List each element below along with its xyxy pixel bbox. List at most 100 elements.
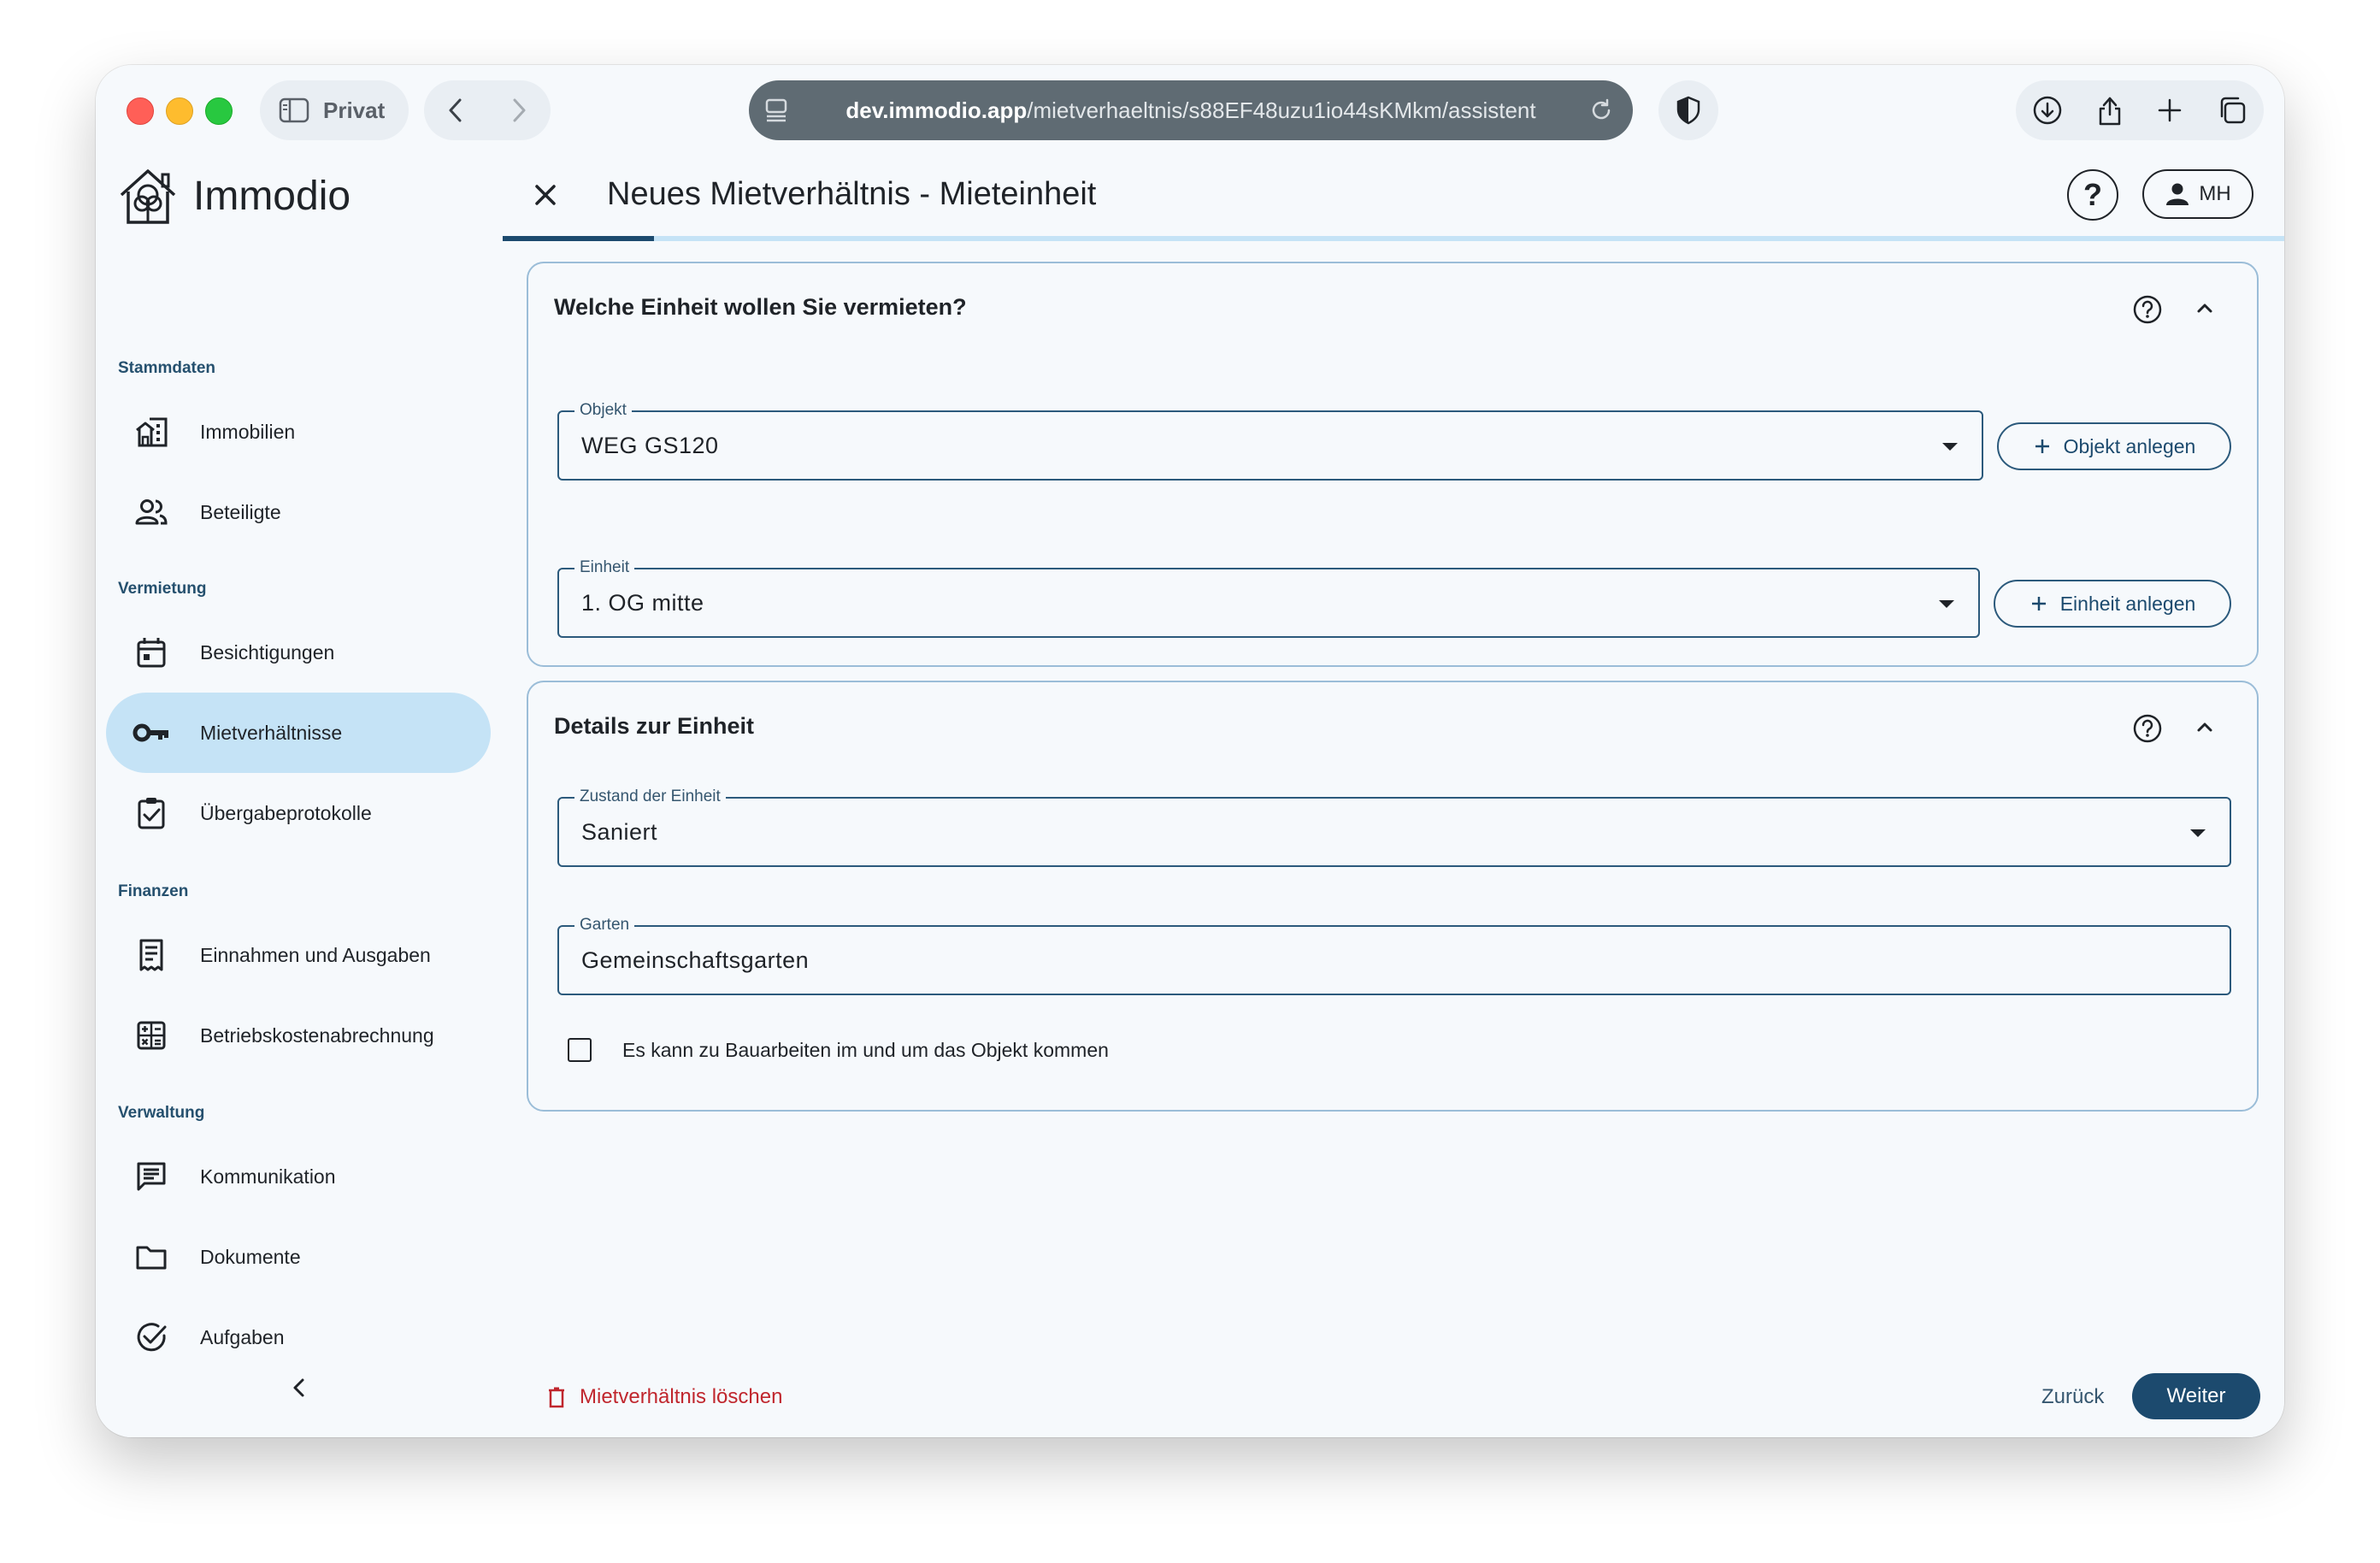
card-title: Welche Einheit wollen Sie vermieten? <box>554 294 967 320</box>
calendar-icon <box>132 633 171 672</box>
einheit-value: 1. OG mitte <box>581 590 704 616</box>
help-question-icon: ? <box>2083 177 2102 212</box>
section-title-stammdaten: Stammdaten <box>118 359 216 377</box>
section-title-vermietung: Vermietung <box>118 580 207 598</box>
sidebar-item-label: Betriebskostenabrechnung <box>200 1023 434 1047</box>
objekt-label: Objekt <box>574 400 632 421</box>
brand-logo[interactable]: Immodio <box>118 166 351 226</box>
browser-toolbar: Privat dev.immodio.app/mietverhaeltnis/s… <box>96 65 2284 154</box>
sidebar-item-betriebskosten[interactable]: Betriebskostenabrechnung <box>106 995 491 1076</box>
page-header: Neues Mietverhältnis - Mieteinheit ? MH <box>503 154 2284 241</box>
zustand-select[interactable]: Zustand der Einheit Saniert <box>557 787 2231 867</box>
sidebar-item-label: Übergabeprotokolle <box>200 801 372 824</box>
close-window-button[interactable] <box>127 97 154 125</box>
garten-label: Garten <box>574 915 635 935</box>
sidebar-item-dokumente[interactable]: Dokumente <box>106 1217 491 1297</box>
folder-icon <box>132 1237 171 1277</box>
dropdown-arrow-icon <box>1942 443 1958 451</box>
building-icon <box>132 412 171 451</box>
user-menu-button[interactable]: MH <box>2142 169 2253 219</box>
bauarbeiten-checkbox-row: Es kann zu Bauarbeiten im und um das Obj… <box>568 1038 1109 1062</box>
sidebar-item-uebergabeprotokolle[interactable]: Übergabeprotokolle <box>106 773 491 853</box>
profile-label: Privat <box>323 97 386 123</box>
new-tab-icon[interactable] <box>2156 97 2183 124</box>
unit-details-card: Details zur Einheit Zustand der Einheit … <box>527 681 2259 1112</box>
objekt-value: WEG GS120 <box>581 433 719 458</box>
url-host: dev.immodio.app <box>845 97 1028 123</box>
download-icon[interactable] <box>2032 95 2063 126</box>
help-button[interactable]: ? <box>2067 169 2118 221</box>
section-title-finanzen: Finanzen <box>118 882 189 900</box>
key-icon <box>132 713 171 752</box>
wizard-progress-bar <box>503 236 2284 241</box>
url-path: /mietverhaeltnis/s88EF48uzu1io44sKMkm/as… <box>1027 97 1536 123</box>
plus-icon <box>2033 437 2052 456</box>
tab-overview-icon[interactable] <box>2217 95 2247 126</box>
history-nav <box>424 80 551 140</box>
address-bar[interactable]: dev.immodio.app/mietverhaeltnis/s88EF48u… <box>749 80 1633 140</box>
main-content: Neues Mietverhältnis - Mieteinheit ? MH … <box>503 154 2284 1437</box>
objekt-select[interactable]: Objekt WEG GS120 <box>557 400 1983 481</box>
clipboard-check-icon <box>132 793 171 833</box>
einheit-anlegen-button[interactable]: Einheit anlegen <box>1994 580 2231 628</box>
sidebar-item-label: Einnahmen und Ausgaben <box>200 943 431 966</box>
section-title-verwaltung: Verwaltung <box>118 1104 205 1122</box>
app-name: Immodio <box>193 173 351 219</box>
sidebar-item-kommunikation[interactable]: Kommunikation <box>106 1136 491 1217</box>
receipt-icon <box>132 935 171 975</box>
back-arrow-icon[interactable] <box>445 97 466 124</box>
forward-arrow-icon[interactable] <box>509 97 529 124</box>
plus-icon <box>2029 594 2048 613</box>
zoom-window-button[interactable] <box>205 97 233 125</box>
zustand-label: Zustand der Einheit <box>574 787 726 807</box>
bauarbeiten-label[interactable]: Es kann zu Bauarbeiten im und um das Obj… <box>622 1039 1109 1062</box>
sidebar-item-beteiligte[interactable]: Beteiligte <box>106 472 491 552</box>
user-initials: MH <box>2199 182 2231 205</box>
chevron-up-icon[interactable] <box>2190 713 2219 742</box>
delete-mietverhaeltnis-button[interactable]: Mietverhältnis löschen <box>547 1385 782 1409</box>
person-icon <box>2165 181 2190 207</box>
card-title: Details zur Einheit <box>554 713 755 739</box>
sidebar-item-mietverhaeltnisse[interactable]: Mietverhältnisse <box>106 693 491 773</box>
browser-actions <box>2016 80 2264 140</box>
help-circle-icon[interactable] <box>2130 711 2165 746</box>
calculator-icon <box>132 1016 171 1055</box>
share-icon[interactable] <box>2096 94 2124 127</box>
sidebar-item-einnahmen-ausgaben[interactable]: Einnahmen und Ausgaben <box>106 915 491 995</box>
sidebar-item-label: Besichtigungen <box>200 640 335 664</box>
people-icon <box>132 492 171 532</box>
browser-window: Privat dev.immodio.app/mietverhaeltnis/s… <box>96 65 2284 1437</box>
sidebar-toggle-icon[interactable] <box>279 97 309 123</box>
help-circle-icon[interactable] <box>2130 292 2165 327</box>
zurueck-button[interactable]: Zurück <box>2041 1385 2104 1409</box>
page-title: Neues Mietverhältnis - Mieteinheit <box>607 176 1097 212</box>
message-icon <box>132 1157 171 1196</box>
sidebar-item-immobilien[interactable]: Immobilien <box>106 392 491 472</box>
site-settings-icon[interactable] <box>764 97 788 123</box>
privacy-shield[interactable] <box>1658 80 1718 140</box>
sidebar-item-besichtigungen[interactable]: Besichtigungen <box>106 612 491 693</box>
einheit-select[interactable]: Einheit 1. OG mitte <box>557 557 1980 638</box>
chevron-up-icon[interactable] <box>2190 294 2219 323</box>
objekt-anlegen-button[interactable]: Objekt anlegen <box>1997 422 2231 470</box>
sidebar-item-aufgaben[interactable]: Aufgaben <box>106 1297 491 1377</box>
sidebar-item-label: Dokumente <box>200 1245 301 1268</box>
garten-value: Gemeinschaftsgarten <box>581 947 810 973</box>
sidebar: Immodio Stammdaten Immobilien Beteiligte… <box>96 154 503 1437</box>
reload-icon[interactable] <box>1588 97 1614 123</box>
minimize-window-button[interactable] <box>166 97 193 125</box>
sidebar-item-label: Immobilien <box>200 420 296 443</box>
unit-selection-card: Welche Einheit wollen Sie vermieten? Obj… <box>527 262 2259 667</box>
house-tree-icon <box>120 169 176 224</box>
collapse-sidebar-icon[interactable] <box>288 1375 310 1401</box>
garten-field[interactable]: Garten Gemeinschaftsgarten <box>557 915 2231 995</box>
weiter-button[interactable]: Weiter <box>2132 1373 2260 1419</box>
close-icon[interactable] <box>523 173 568 217</box>
profile-switcher[interactable]: Privat <box>260 80 409 140</box>
sidebar-item-label: Aufgaben <box>200 1325 285 1348</box>
trash-icon <box>547 1386 566 1408</box>
einheit-anlegen-label: Einheit anlegen <box>2059 592 2196 615</box>
shield-icon <box>1676 96 1701 125</box>
delete-label: Mietverhältnis löschen <box>580 1385 783 1408</box>
bauarbeiten-checkbox[interactable] <box>568 1038 592 1062</box>
